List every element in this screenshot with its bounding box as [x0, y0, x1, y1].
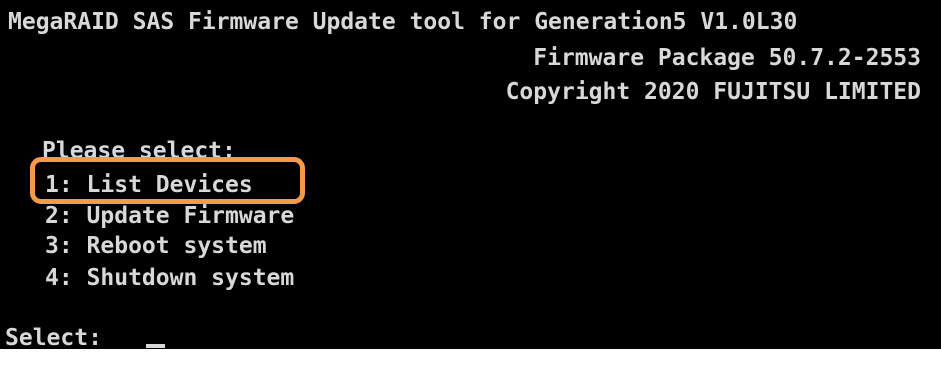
highlight-annotation-box: [30, 157, 305, 204]
console-screen: MegaRAID SAS Firmware Update tool for Ge…: [0, 0, 941, 349]
menu-item-update-firmware[interactable]: 2: Update Firmware: [45, 200, 941, 232]
copyright-line: Copyright 2020 FUJITSU LIMITED: [505, 79, 921, 105]
text-cursor[interactable]: [146, 344, 165, 348]
firmware-package-line: Firmware Package 50.7.2-2553: [533, 45, 921, 71]
menu-item-shutdown-system[interactable]: 4: Shutdown system: [45, 262, 941, 294]
menu-item-reboot-system[interactable]: 3: Reboot system: [45, 230, 941, 262]
tool-title: MegaRAID SAS Firmware Update tool for Ge…: [8, 9, 798, 35]
